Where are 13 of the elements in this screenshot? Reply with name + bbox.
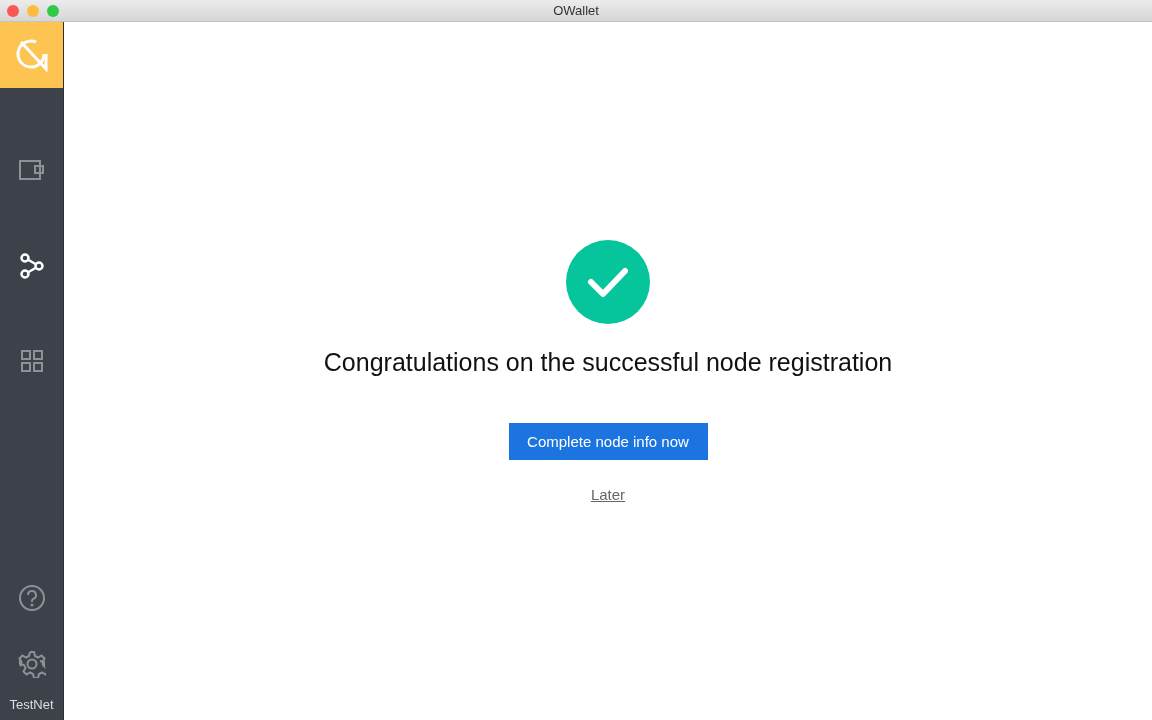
success-check-icon — [566, 240, 650, 324]
network-nodes-icon — [18, 252, 45, 279]
later-link[interactable]: Later — [590, 486, 626, 503]
network-label: TestNet — [8, 697, 55, 714]
window-title: OWallet — [553, 3, 599, 18]
grid-icon — [19, 348, 44, 373]
complete-node-info-button[interactable]: Complete node info now — [508, 423, 708, 460]
close-button[interactable] — [7, 4, 19, 17]
zoom-button[interactable] — [47, 4, 59, 17]
settings-icon[interactable] — [17, 650, 46, 678]
help-icon[interactable] — [17, 584, 46, 612]
wallet-icon — [18, 160, 45, 180]
success-heading: Congratulations on the successful node registration — [323, 348, 893, 377]
